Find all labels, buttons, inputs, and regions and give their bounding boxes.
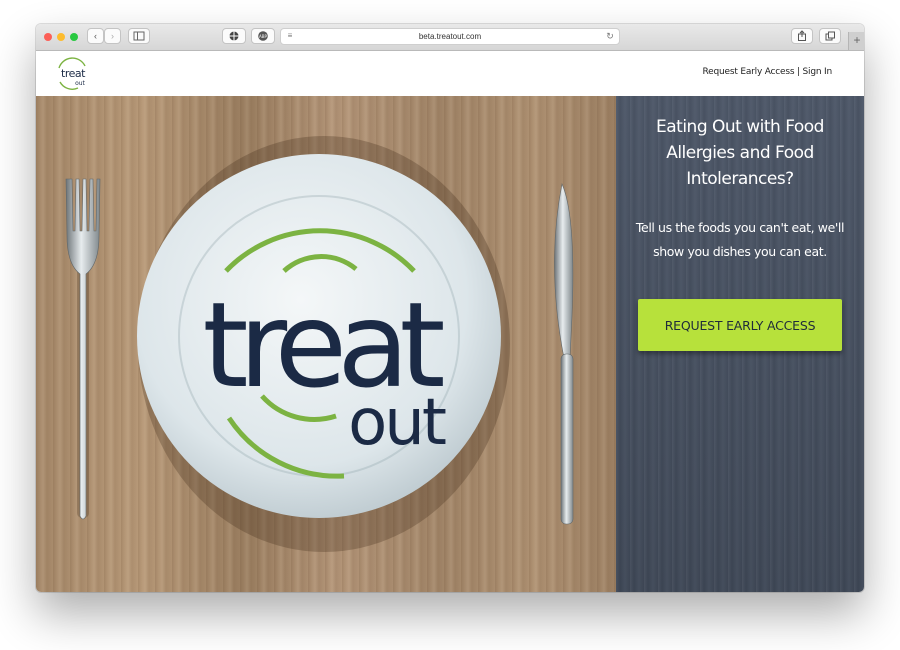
plate-logo-word-bottom: out xyxy=(348,386,446,460)
logo-word-top: treat xyxy=(61,67,86,80)
chevron-left-icon: ‹ xyxy=(94,31,97,41)
subheading-line: show you dishes you can eat. xyxy=(653,244,827,259)
browser-window: ‹ › ABP ≡ beta.treatout.com ↻ + treat ou… xyxy=(36,24,864,592)
heading-line: Eating Out with Food xyxy=(656,117,824,137)
signup-panel: Eating Out with Food Allergies and Food … xyxy=(616,96,864,592)
extension-button-2[interactable]: ABP xyxy=(251,28,275,44)
zoom-window-button[interactable] xyxy=(70,33,78,41)
heading-line: Intolerances? xyxy=(686,169,794,189)
browser-toolbar: ‹ › ABP ≡ beta.treatout.com ↻ xyxy=(36,24,864,51)
svg-text:ABP: ABP xyxy=(259,34,267,39)
chevron-right-icon: › xyxy=(111,31,114,41)
request-early-access-button[interactable]: REQUEST EARLY ACCESS xyxy=(638,299,842,351)
header-nav: Request Early Access | Sign In xyxy=(703,67,833,77)
treatout-logo[interactable]: treat out xyxy=(54,56,92,92)
tabs-overview-button[interactable] xyxy=(819,28,841,44)
forward-button[interactable]: › xyxy=(104,28,121,44)
url-text: beta.treatout.com xyxy=(418,32,482,41)
plate-illustration: treat out xyxy=(65,136,574,552)
subheading-line: Tell us the foods you can't eat, we'll xyxy=(635,220,845,235)
back-button[interactable]: ‹ xyxy=(87,28,104,44)
extension-button-1[interactable] xyxy=(222,28,246,44)
reload-icon[interactable]: ↻ xyxy=(605,28,615,44)
panel-heading: Eating Out with Food Allergies and Food … xyxy=(626,114,854,192)
sidebar-button[interactable] xyxy=(128,28,150,44)
request-early-access-link[interactable]: Request Early Access xyxy=(703,67,795,77)
share-button[interactable] xyxy=(791,28,813,44)
new-tab-button[interactable]: + xyxy=(848,32,864,50)
reader-view-icon[interactable]: ≡ xyxy=(285,28,295,44)
minimize-window-button[interactable] xyxy=(57,33,65,41)
panel-subheading: Tell us the foods you can't eat, we'll s… xyxy=(626,216,854,264)
hero-image: treat out xyxy=(36,96,616,592)
globe-extension-icon xyxy=(229,31,239,41)
logo-word-bottom: out xyxy=(75,80,85,87)
knife-icon xyxy=(554,182,574,525)
nav-separator: | xyxy=(797,67,800,77)
share-icon xyxy=(798,30,806,41)
plus-icon: + xyxy=(853,33,861,47)
adblock-extension-icon: ABP xyxy=(258,31,268,41)
close-window-button[interactable] xyxy=(44,33,52,41)
fork-icon xyxy=(65,178,101,520)
tabs-icon xyxy=(825,31,835,41)
heading-line: Allergies and Food xyxy=(666,143,814,163)
sidebar-icon xyxy=(133,31,145,41)
address-bar[interactable]: ≡ beta.treatout.com ↻ xyxy=(280,28,620,45)
sign-in-link[interactable]: Sign In xyxy=(803,67,833,77)
site-header: treat out Request Early Access | Sign In xyxy=(36,51,864,96)
